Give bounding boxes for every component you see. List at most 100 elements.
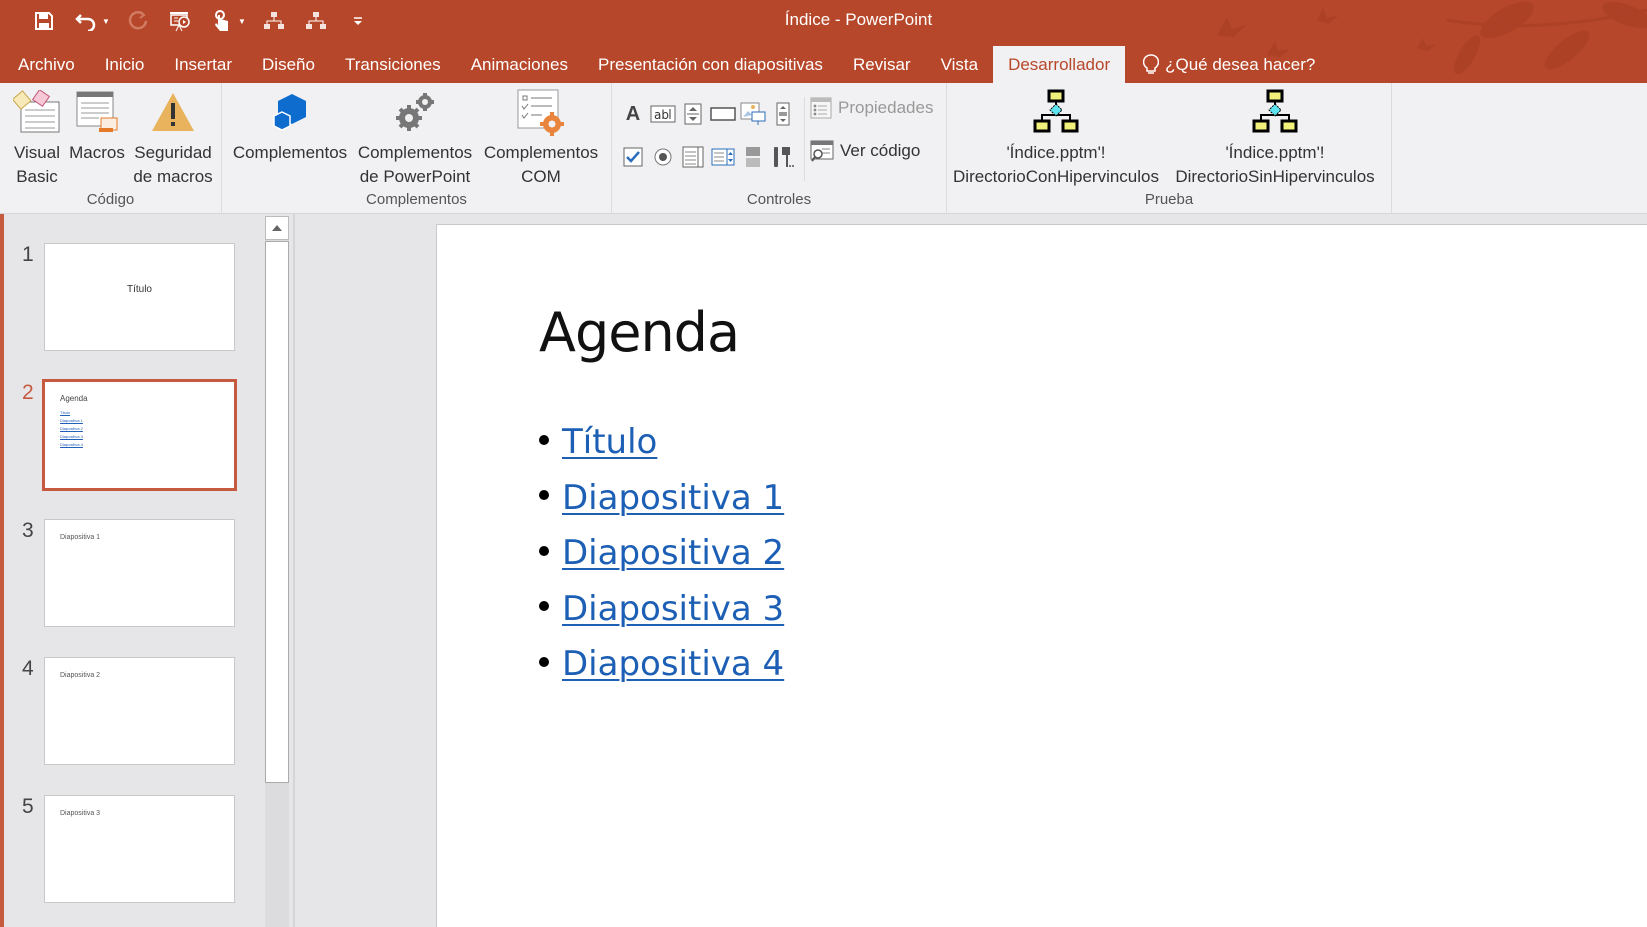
textbox-control-icon[interactable]: ab [648,99,678,129]
gears-icon [390,87,440,137]
thumbnail-card[interactable]: Diapositiva 3 [44,795,235,903]
warning-icon [148,87,198,137]
hyperlink-diapositiva-1[interactable]: Diapositiva 1 [562,471,784,527]
hyperlink-diapositiva-3[interactable]: Diapositiva 3 [562,582,784,638]
thumbnail-card[interactable]: Título [44,243,235,351]
complementos-button[interactable]: Complementos [228,87,352,165]
tell-me-label: ¿Qué desea hacer? [1165,54,1316,74]
controls-separator [804,97,805,181]
bullet-dot [539,490,549,501]
current-slide[interactable]: Agenda Título Diapositiva 1 Diapositiva … [436,224,1647,927]
org-chart-icon [1250,87,1300,137]
lightbulb-icon [1143,53,1160,74]
macro-con-label-2: DirectorioConHipervinculos [953,167,1159,186]
slide-thumbnail[interactable]: 1 Título [4,243,262,363]
bullet-item: Diapositiva 3 [539,582,784,638]
macros-button[interactable]: Macros [68,87,126,165]
group-prueba: 'Índice.pptm'! DirectorioConHipervinculo… [947,83,1392,214]
thumbnail-title: Diapositiva 1 [60,534,101,541]
combo-box-control-icon[interactable] [708,142,738,172]
slide-title[interactable]: Agenda [539,301,740,364]
visual-basic-icon [12,87,62,137]
scrollbar-thumb[interactable] [265,241,289,783]
thumbnail-card[interactable]: Diapositiva 1 [44,519,235,627]
checkbox-control-icon[interactable] [618,142,648,172]
thumbnail-link: Diapositiva 2 [60,426,83,431]
powerpoint-addins-label-1: Complementos [357,143,473,162]
tab-animaciones[interactable]: Animaciones [456,46,583,83]
thumbnail-link: Título [60,410,71,415]
thumbnail-title: Diapositiva 2 [60,672,101,679]
macro-sin-label-2: DirectorioSinHipervinculos [1175,167,1375,186]
org-chart-icon [1031,87,1081,137]
slide-number: 5 [22,795,34,818]
bullet-dot [539,434,549,445]
hyperlink-titulo[interactable]: Título [562,415,657,471]
slide-thumbnail[interactable]: 5 Diapositiva 3 [4,795,262,915]
more-controls-icon[interactable] [768,142,798,172]
tell-me-box[interactable]: ¿Qué desea hacer? [1125,46,1315,83]
thumbnail-title: Título [126,284,152,295]
visual-basic-label-1: Visual [14,143,60,162]
visual-basic-button[interactable]: Visual Basic [8,87,66,189]
option-button-control-icon[interactable] [648,142,678,172]
slide-number: 1 [22,243,34,266]
slide-number: 4 [22,657,34,680]
tab-revisar[interactable]: Revisar [838,46,926,83]
hyperlink-diapositiva-4[interactable]: Diapositiva 4 [562,637,784,693]
thumbnail-link: Diapositiva 1 [60,418,83,423]
macro-directorio-sin-hipervinculos-button[interactable]: 'Índice.pptm'! DirectorioSinHipervinculo… [1165,87,1385,189]
macros-label: Macros [69,143,125,162]
tab-vista[interactable]: Vista [926,46,994,83]
thumbnail-card[interactable]: Diapositiva 2 [44,657,235,765]
list-box-control-icon[interactable] [678,142,708,172]
image-control-icon[interactable] [738,99,768,129]
group-complementos: Complementos Complementos de PowerPoint … [222,83,612,214]
tab-desarrollador[interactable]: Desarrollador [993,46,1126,83]
macro-con-label-1: 'Índice.pptm'! [1006,143,1106,162]
visual-basic-label-2: Basic [16,167,58,186]
thumbnail-link: Diapositiva 3 [60,434,83,439]
tab-inicio[interactable]: Inicio [90,46,160,83]
tab-insertar[interactable]: Insertar [159,46,247,83]
hyperlink-diapositiva-2[interactable]: Diapositiva 2 [562,526,784,582]
slide-number: 3 [22,519,34,542]
scroll-up-button[interactable] [265,216,289,240]
tab-diseno[interactable]: Diseño [247,46,330,83]
group-controles: A ab Propiedades Ver código Controles [612,83,947,214]
bullet-item: Diapositiva 4 [539,637,784,693]
label-control-icon[interactable]: A [618,99,648,129]
com-addins-button[interactable]: Complementos COM [478,87,604,189]
slide-thumbnails-pane: 1 Título 2 Agenda Título Diapositiva 1 D… [4,214,262,927]
group-label-codigo: Código [86,191,135,208]
properties-label: Propiedades [838,98,934,117]
properties-icon [810,97,832,119]
macro-security-button[interactable]: Seguridad de macros [130,87,216,189]
view-code-button[interactable]: Ver código [810,140,920,162]
thumbnails-scrollbar[interactable] [265,216,289,927]
powerpoint-addins-button[interactable]: Complementos de PowerPoint [352,87,478,189]
slide-thumbnail-selected[interactable]: 2 Agenda Título Diapositiva 1 Diapositiv… [4,379,262,501]
scroll-bar-control-icon[interactable] [768,99,798,129]
view-code-icon [810,140,834,162]
tab-presentacion[interactable]: Presentación con diapositivas [583,46,838,83]
tab-transiciones[interactable]: Transiciones [330,46,456,83]
powerpoint-addins-label-2: de PowerPoint [359,167,471,186]
slide-thumbnail[interactable]: 4 Diapositiva 2 [4,657,262,777]
slide-thumbnail[interactable]: 3 Diapositiva 1 [4,519,262,639]
group-label-controles: Controles [746,191,812,208]
thumbnail-link: Diapositiva 4 [60,442,83,447]
bullet-dot [539,656,549,667]
slide-number: 2 [22,381,34,404]
toggle-button-control-icon[interactable] [738,142,768,172]
spin-button-control-icon[interactable] [678,99,708,129]
macro-security-label-2: de macros [133,167,213,186]
com-addins-label-1: Complementos [483,143,599,162]
macro-sin-label-1: 'Índice.pptm'! [1225,143,1325,162]
thumbnail-card[interactable]: Agenda Título Diapositiva 1 Diapositiva … [42,379,237,491]
properties-button[interactable]: Propiedades [810,97,933,119]
tab-archivo[interactable]: Archivo [0,46,90,83]
bullet-item: Diapositiva 2 [539,526,784,582]
macro-directorio-con-hipervinculos-button[interactable]: 'Índice.pptm'! DirectorioConHipervinculo… [947,87,1165,189]
command-button-control-icon[interactable] [708,99,738,129]
